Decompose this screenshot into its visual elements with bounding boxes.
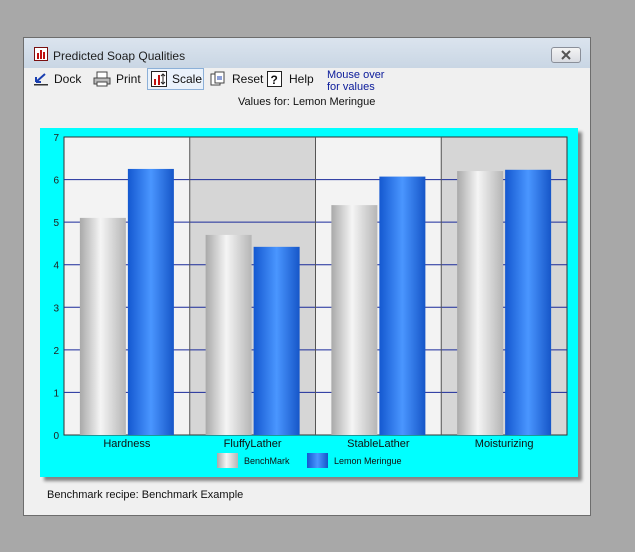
print-button[interactable]: Print bbox=[93, 68, 141, 90]
recipe-bar[interactable] bbox=[379, 176, 426, 435]
hint-line-1: Mouse over bbox=[327, 69, 385, 81]
benchmark-bar[interactable] bbox=[205, 234, 252, 435]
chart-panel: 0 1 2 3 4 5 6 7 Hardness 6.2 FluffyLather 4.4 Stable… bbox=[40, 115, 578, 477]
y-tick-label: 3 bbox=[53, 303, 59, 314]
status-text: Benchmark recipe: Benchmark Example bbox=[47, 489, 244, 501]
values-for-label: Values for: Lemon Meringue bbox=[238, 96, 376, 108]
y-tick-label: 2 bbox=[53, 346, 59, 357]
print-label: Print bbox=[116, 72, 141, 86]
x-tick-label: Moisturizing bbox=[475, 438, 534, 450]
window-title: Predicted Soap Qualities bbox=[53, 49, 186, 63]
y-tick-label: 4 bbox=[53, 261, 59, 272]
y-tick-label: 0 bbox=[53, 431, 59, 442]
scale-button[interactable]: Scale bbox=[147, 68, 204, 90]
printer-icon bbox=[93, 71, 111, 87]
value-label: 4.4 bbox=[248, 128, 263, 129]
legend-label: BenchMark bbox=[244, 456, 290, 466]
x-tick-label: StableLather bbox=[347, 438, 410, 450]
svg-text:?: ? bbox=[271, 73, 278, 87]
toolbar: Dock Print Scale Reset ? Help Mouse over… bbox=[29, 68, 585, 93]
dock-icon bbox=[34, 73, 48, 86]
y-tick-label: 7 bbox=[53, 133, 59, 144]
legend-label: Lemon Meringue bbox=[334, 456, 402, 466]
value-label: 6.2 bbox=[122, 128, 137, 129]
x-tick-label: FluffyLather bbox=[224, 438, 282, 450]
reset-button[interactable]: Reset bbox=[209, 68, 263, 90]
y-tick-label: 6 bbox=[53, 176, 59, 187]
help-button[interactable]: ? Help bbox=[267, 68, 314, 90]
mouse-over-hint: Mouse over for values bbox=[327, 69, 384, 93]
value-label: 6.2 bbox=[499, 128, 514, 129]
app-window: Predicted Soap Qualities Dock Print Scal… bbox=[23, 37, 591, 516]
recipe-bar[interactable] bbox=[127, 168, 174, 435]
reset-label: Reset bbox=[232, 72, 264, 86]
dock-button[interactable]: Dock bbox=[33, 68, 81, 90]
recipe-bar[interactable] bbox=[253, 246, 300, 435]
close-icon bbox=[561, 50, 571, 60]
value-label: 6.1 bbox=[374, 128, 389, 129]
bar-chart[interactable]: 0 1 2 3 4 5 6 7 Hardness 6.2 FluffyLather 4.4 Stable… bbox=[40, 115, 578, 477]
help-label: Help bbox=[289, 72, 314, 86]
scale-chart-icon bbox=[151, 71, 167, 87]
reset-icon bbox=[210, 71, 225, 86]
recipe-bar[interactable] bbox=[505, 169, 552, 435]
help-icon: ? bbox=[267, 70, 282, 87]
dock-label: Dock bbox=[54, 72, 82, 86]
bar-chart-icon bbox=[34, 47, 48, 66]
legend-swatch bbox=[307, 453, 328, 468]
scale-label: Scale bbox=[172, 72, 203, 86]
x-tick-label: Hardness bbox=[103, 438, 151, 450]
y-tick-label: 1 bbox=[53, 388, 59, 399]
benchmark-bar[interactable] bbox=[79, 217, 126, 435]
close-button[interactable] bbox=[551, 47, 581, 63]
benchmark-bar[interactable] bbox=[331, 205, 378, 435]
benchmark-bar[interactable] bbox=[457, 171, 504, 436]
y-tick-label: 5 bbox=[53, 218, 59, 229]
title-bar: Predicted Soap Qualities bbox=[24, 38, 590, 68]
hint-line-2: for values bbox=[327, 81, 375, 93]
legend-swatch bbox=[217, 453, 238, 468]
